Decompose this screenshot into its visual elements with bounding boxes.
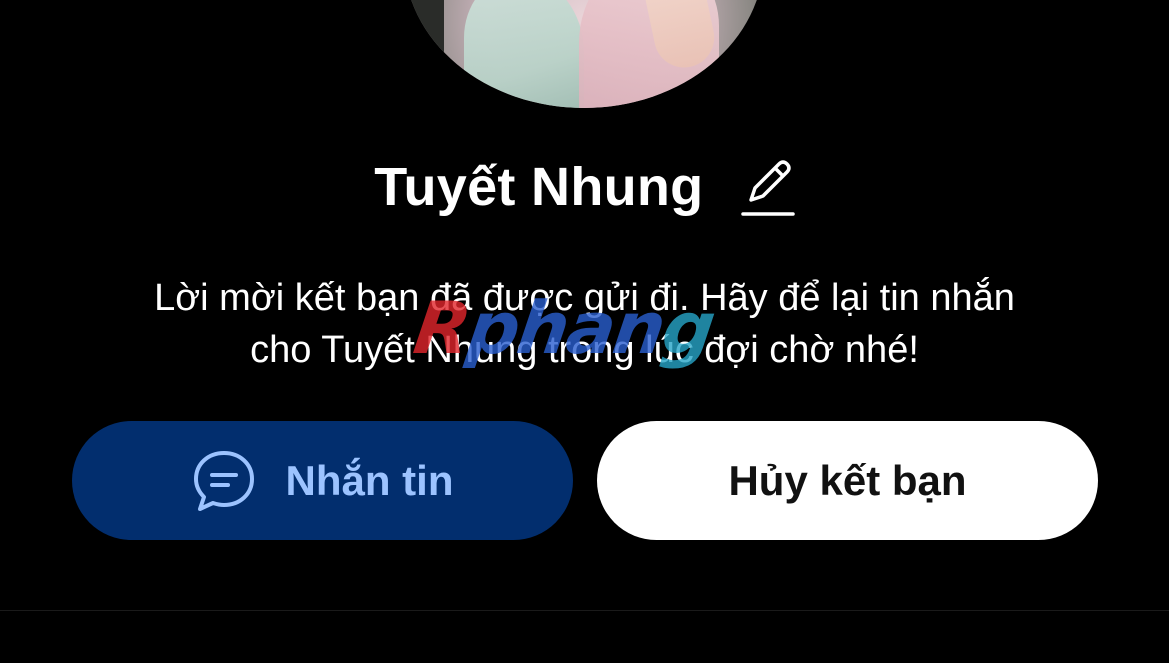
profile-name: Tuyết Nhung (374, 156, 704, 217)
avatar-background (404, 0, 444, 108)
unfriend-button[interactable]: Hủy kết bạn (597, 421, 1098, 540)
avatar[interactable] (404, 0, 764, 108)
message-button-label: Nhắn tin (285, 456, 454, 504)
message-button[interactable]: Nhắn tin (72, 421, 573, 540)
section-divider (0, 610, 1169, 611)
chat-bubble-icon (193, 450, 254, 511)
pencil-icon[interactable] (741, 156, 795, 218)
notice-line-2: cho Tuyết Nhung trong lúc đợi chờ nhé! (250, 329, 919, 371)
notice-line-1: Lời mời kết bạn đã được gửi đi. Hãy để l… (154, 277, 1015, 319)
unfriend-button-label: Hủy kết bạn (728, 456, 967, 504)
profile-name-row: Tuyết Nhung (0, 152, 1169, 218)
avatar-photo-detail (464, 0, 584, 108)
friend-request-notice: Lời mời kết bạn đã được gửi đi. Hãy để l… (40, 272, 1129, 376)
profile-screen: Tuyết Nhung Lời mời kết bạn đã được gửi … (0, 0, 1169, 663)
